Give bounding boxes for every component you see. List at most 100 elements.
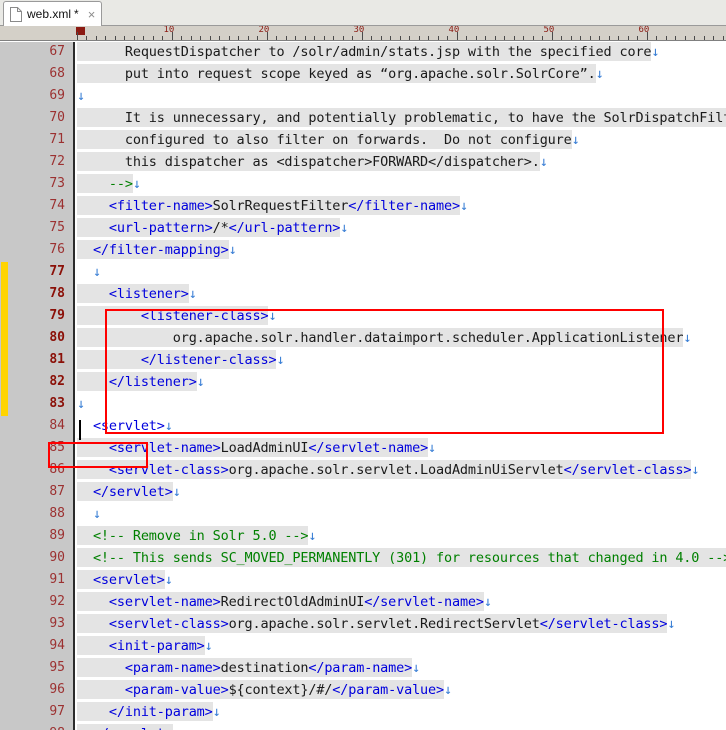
- code-line[interactable]: configured to also filter on forwards. D…: [77, 129, 580, 151]
- code-line[interactable]: org.apache.solr.handler.dataimport.sched…: [77, 327, 691, 349]
- code-line[interactable]: </listener-class>↓: [77, 349, 285, 371]
- code-line[interactable]: </servlet>↓: [77, 481, 181, 503]
- code-token: </filter-mapping>: [77, 240, 229, 259]
- ruler-tick-minor: [419, 36, 420, 40]
- code-line[interactable]: <param-name>destination</param-name>↓: [77, 657, 420, 679]
- code-editor[interactable]: 67 68 69 70 71 72 73 74 75 76 77 78 79 80 81 82 83 84 85 86…: [0, 42, 726, 730]
- code-line[interactable]: put into request scope keyed as “org.apa…: [77, 63, 604, 85]
- ruler-label: 40: [448, 26, 460, 35]
- line-number: 87: [49, 484, 65, 499]
- ruler-tick-minor: [257, 36, 258, 40]
- close-icon[interactable]: ×: [88, 8, 96, 21]
- ruler-tick-minor: [314, 36, 315, 40]
- code-line[interactable]: </init-param>↓: [77, 701, 221, 723]
- line-number: 81: [49, 352, 65, 367]
- code-line[interactable]: ↓: [77, 503, 101, 525]
- code-token: </param-name>: [308, 658, 413, 677]
- ruler-tick-minor: [723, 36, 724, 40]
- ruler-tick-minor: [628, 36, 629, 40]
- ruler-tick-minor: [248, 36, 249, 40]
- line-end-icon: ↓: [164, 418, 173, 434]
- line-end-icon: ↓: [539, 154, 548, 170]
- code-line[interactable]: </servlet>↓: [77, 723, 181, 730]
- line-number: 83: [49, 396, 65, 411]
- ruler-tick-minor: [343, 36, 344, 40]
- code-token: </param-value>: [332, 680, 444, 699]
- code-line[interactable]: <servlet-class>org.apache.solr.servlet.R…: [77, 613, 676, 635]
- code-token: It is unnecessary, and potentially probl…: [77, 108, 726, 127]
- ruler-tick-minor: [609, 36, 610, 40]
- code-line[interactable]: </filter-mapping>↓: [77, 239, 237, 261]
- code-token: <!-- Remove in Solr 5.0 -->: [77, 526, 309, 545]
- line-end-icon: ↓: [651, 44, 660, 60]
- code-line[interactable]: <servlet>↓: [77, 415, 173, 437]
- ruler-tick-minor: [390, 36, 391, 40]
- line-end-icon: ↓: [667, 616, 676, 632]
- line-number: 95: [49, 660, 65, 675]
- line-number: 72: [49, 154, 65, 169]
- line-number: 70: [49, 110, 65, 125]
- line-number: 97: [49, 704, 65, 719]
- code-token: <listener>: [77, 284, 189, 303]
- code-line[interactable]: <servlet-name>LoadAdminUI</servlet-name>…: [77, 437, 436, 459]
- code-line[interactable]: ↓: [77, 85, 85, 107]
- code-line[interactable]: It is unnecessary, and potentially probl…: [77, 107, 726, 129]
- code-line[interactable]: RequestDispatcher to /solr/admin/stats.j…: [77, 42, 660, 63]
- ruler-tick-minor: [229, 36, 230, 40]
- code-line[interactable]: <param-value>${context}/#/</param-value>…: [77, 679, 452, 701]
- code-line[interactable]: <listener>↓: [77, 283, 197, 305]
- ruler-tick-minor: [276, 36, 277, 40]
- ruler-tick-minor: [124, 36, 125, 40]
- code-token: <filter-name>: [77, 196, 213, 215]
- line-end-icon: ↓: [172, 484, 181, 500]
- ruler-tick-minor: [200, 36, 201, 40]
- line-end-icon: ↓: [77, 506, 101, 522]
- line-end-icon: ↓: [683, 330, 692, 346]
- code-token: </filter-name>: [348, 196, 460, 215]
- code-line[interactable]: <filter-name>SolrRequestFilter</filter-n…: [77, 195, 468, 217]
- code-token: </servlet-class>: [539, 614, 668, 633]
- ruler-tick-minor: [514, 36, 515, 40]
- ruler-tick-minor: [219, 36, 220, 40]
- code-line[interactable]: <servlet-class>org.apache.solr.servlet.L…: [77, 459, 699, 481]
- code-line[interactable]: ↓: [77, 261, 101, 283]
- code-line[interactable]: </listener>↓: [77, 371, 205, 393]
- line-end-icon: ↓: [188, 286, 197, 302]
- code-line[interactable]: <!-- This sends SC_MOVED_PERMANENTLY (30…: [77, 547, 726, 569]
- code-line[interactable]: -->↓: [77, 173, 141, 195]
- code-line[interactable]: <!-- Remove in Solr 5.0 -->↓: [77, 525, 316, 547]
- line-number: 82: [49, 374, 65, 389]
- code-token: /*: [212, 218, 229, 237]
- ruler-tick-minor: [324, 36, 325, 40]
- tab-web-xml[interactable]: web.xml * ×: [3, 1, 103, 26]
- code-line[interactable]: <url-pattern>/*</url-pattern>↓: [77, 217, 348, 239]
- code-line[interactable]: <init-param>↓: [77, 635, 213, 657]
- line-end-icon: ↓: [459, 198, 468, 214]
- line-number: 71: [49, 132, 65, 147]
- code-token: this dispatcher as <dispatcher>FORWARD</…: [77, 152, 540, 171]
- tab-dirty-indicator: *: [74, 7, 79, 21]
- code-area[interactable]: RequestDispatcher to /solr/admin/stats.j…: [77, 42, 726, 730]
- code-line[interactable]: <servlet-name>RedirectOldAdminUI</servle…: [77, 591, 492, 613]
- line-end-icon: ↓: [428, 440, 437, 456]
- ruler-tick-minor: [466, 36, 467, 40]
- ruler-tick-minor: [504, 36, 505, 40]
- line-number: 76: [49, 242, 65, 257]
- code-token: <servlet>: [77, 418, 165, 434]
- code-token: configured to also filter on forwards. D…: [77, 130, 572, 149]
- ruler-tick-minor: [134, 36, 135, 40]
- ruler-tick-minor: [533, 36, 534, 40]
- code-line[interactable]: this dispatcher as <dispatcher>FORWARD</…: [77, 151, 548, 173]
- code-token: <servlet-name>: [77, 592, 221, 611]
- line-number: 96: [49, 682, 65, 697]
- code-token: <url-pattern>: [77, 218, 213, 237]
- line-number: 86: [49, 462, 65, 477]
- code-line[interactable]: <servlet>↓: [77, 569, 173, 591]
- line-number: 79: [49, 308, 65, 323]
- code-line[interactable]: <listener-class>↓: [77, 305, 277, 327]
- ruler-tick-minor: [571, 36, 572, 40]
- code-line[interactable]: ↓: [77, 393, 85, 415]
- ruler-tick-minor: [371, 36, 372, 40]
- line-number: 92: [49, 594, 65, 609]
- line-end-icon: ↓: [212, 704, 221, 720]
